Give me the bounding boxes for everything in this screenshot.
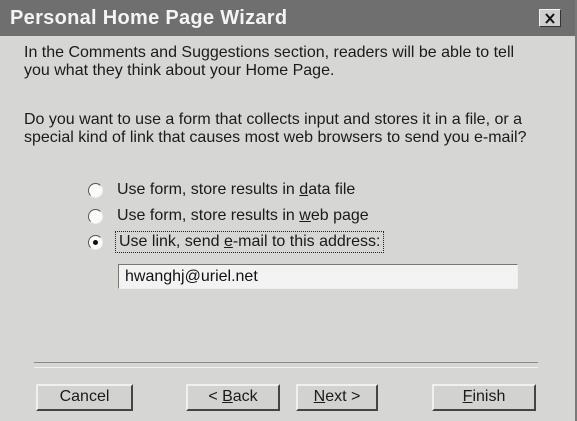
option-label: Use form, store results in web page <box>117 207 369 224</box>
option-email-link[interactable]: Use link, send e-mail to this address: <box>88 230 385 254</box>
title-bar[interactable]: Personal Home Page Wizard <box>0 0 575 36</box>
option-data-file[interactable]: Use form, store results in data file <box>88 178 382 202</box>
option-web-page[interactable]: Use form, store results in web page <box>88 204 382 228</box>
email-address-input[interactable] <box>118 264 518 289</box>
radio-web-page[interactable] <box>88 208 103 224</box>
next-button[interactable]: Next > <box>296 384 378 411</box>
option-label: Use form, store results in data file <box>117 181 356 198</box>
cancel-button[interactable]: Cancel <box>36 384 133 411</box>
back-button[interactable]: < Back <box>186 384 280 411</box>
wizard-window: Personal Home Page Wizard In the Comment… <box>0 0 577 421</box>
close-icon <box>545 12 555 24</box>
intro-paragraph: In the Comments and Suggestions section,… <box>24 44 515 79</box>
option-group: Use form, store results in data file Use… <box>88 178 385 256</box>
close-button[interactable] <box>539 9 561 27</box>
window-title: Personal Home Page Wizard <box>10 7 288 29</box>
separator <box>34 362 538 368</box>
finish-button[interactable]: Finish <box>432 384 536 411</box>
radio-email-link[interactable] <box>88 234 103 250</box>
option-label: Use link, send e-mail to this address: <box>114 231 385 253</box>
question-paragraph: Do you want to use a form that collects … <box>24 111 527 146</box>
radio-data-file[interactable] <box>88 182 103 198</box>
